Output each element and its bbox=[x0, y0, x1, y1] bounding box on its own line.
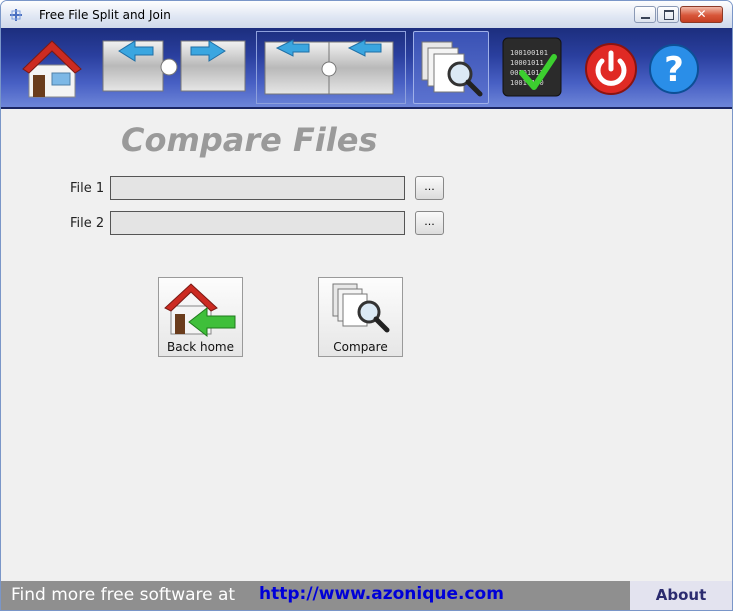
title-bar[interactable]: Free File Split and Join ✕ bbox=[1, 1, 732, 29]
join-puzzle-icon bbox=[264, 39, 394, 95]
close-button[interactable]: ✕ bbox=[680, 6, 723, 23]
binary-check-icon: 100100101 10001011 00101011 10010100 bbox=[502, 37, 562, 97]
toolbar-checksum-button[interactable]: 100100101 10001011 00101011 10010100 bbox=[498, 31, 566, 104]
toolbar-help-button[interactable]: ? bbox=[646, 31, 702, 104]
app-icon bbox=[10, 9, 22, 21]
footer: Find more free software at http://www.az… bbox=[1, 581, 732, 610]
compare-files-icon bbox=[421, 41, 483, 97]
svg-text:10001011: 10001011 bbox=[510, 59, 544, 67]
back-home-label: Back home bbox=[167, 340, 234, 354]
home-back-icon bbox=[164, 283, 236, 338]
minimize-icon bbox=[635, 7, 655, 22]
file1-browse-button[interactable]: ... bbox=[415, 176, 444, 200]
toolbar: 100100101 10001011 00101011 10010100 ? bbox=[1, 28, 732, 109]
app-window: Free File Split and Join ✕ 100100101 100… bbox=[0, 0, 733, 611]
toolbar-compare-button[interactable] bbox=[413, 31, 489, 104]
maximize-icon bbox=[658, 7, 678, 22]
svg-text:?: ? bbox=[664, 50, 684, 90]
compare-label: Compare bbox=[333, 340, 388, 354]
toolbar-split-button[interactable] bbox=[101, 31, 249, 104]
window-title: Free File Split and Join bbox=[39, 8, 171, 22]
power-icon bbox=[585, 43, 637, 95]
file2-label: File 2 bbox=[70, 216, 105, 231]
about-button[interactable]: About bbox=[630, 581, 732, 610]
svg-text:100100101: 100100101 bbox=[510, 49, 548, 57]
file1-input[interactable] bbox=[110, 176, 405, 200]
footer-text: Find more free software at bbox=[11, 585, 236, 605]
toolbar-exit-button[interactable] bbox=[580, 31, 642, 104]
back-home-button[interactable]: Back home bbox=[158, 277, 243, 357]
compare-icon bbox=[332, 283, 390, 333]
help-icon: ? bbox=[649, 44, 699, 94]
close-icon: ✕ bbox=[696, 7, 707, 21]
file2-input[interactable] bbox=[110, 211, 405, 235]
toolbar-home-button[interactable] bbox=[19, 31, 85, 104]
maximize-button[interactable] bbox=[657, 6, 679, 23]
split-puzzle-icon bbox=[102, 40, 246, 92]
page-title: Compare Files bbox=[121, 121, 378, 159]
file1-label: File 1 bbox=[70, 181, 105, 196]
compare-button[interactable]: Compare bbox=[318, 277, 403, 357]
toolbar-join-button[interactable] bbox=[256, 31, 406, 104]
home-icon bbox=[22, 40, 82, 98]
website-link[interactable]: http://www.azonique.com bbox=[259, 584, 504, 604]
file2-browse-button[interactable]: ... bbox=[415, 211, 444, 235]
minimize-button[interactable] bbox=[634, 6, 656, 23]
